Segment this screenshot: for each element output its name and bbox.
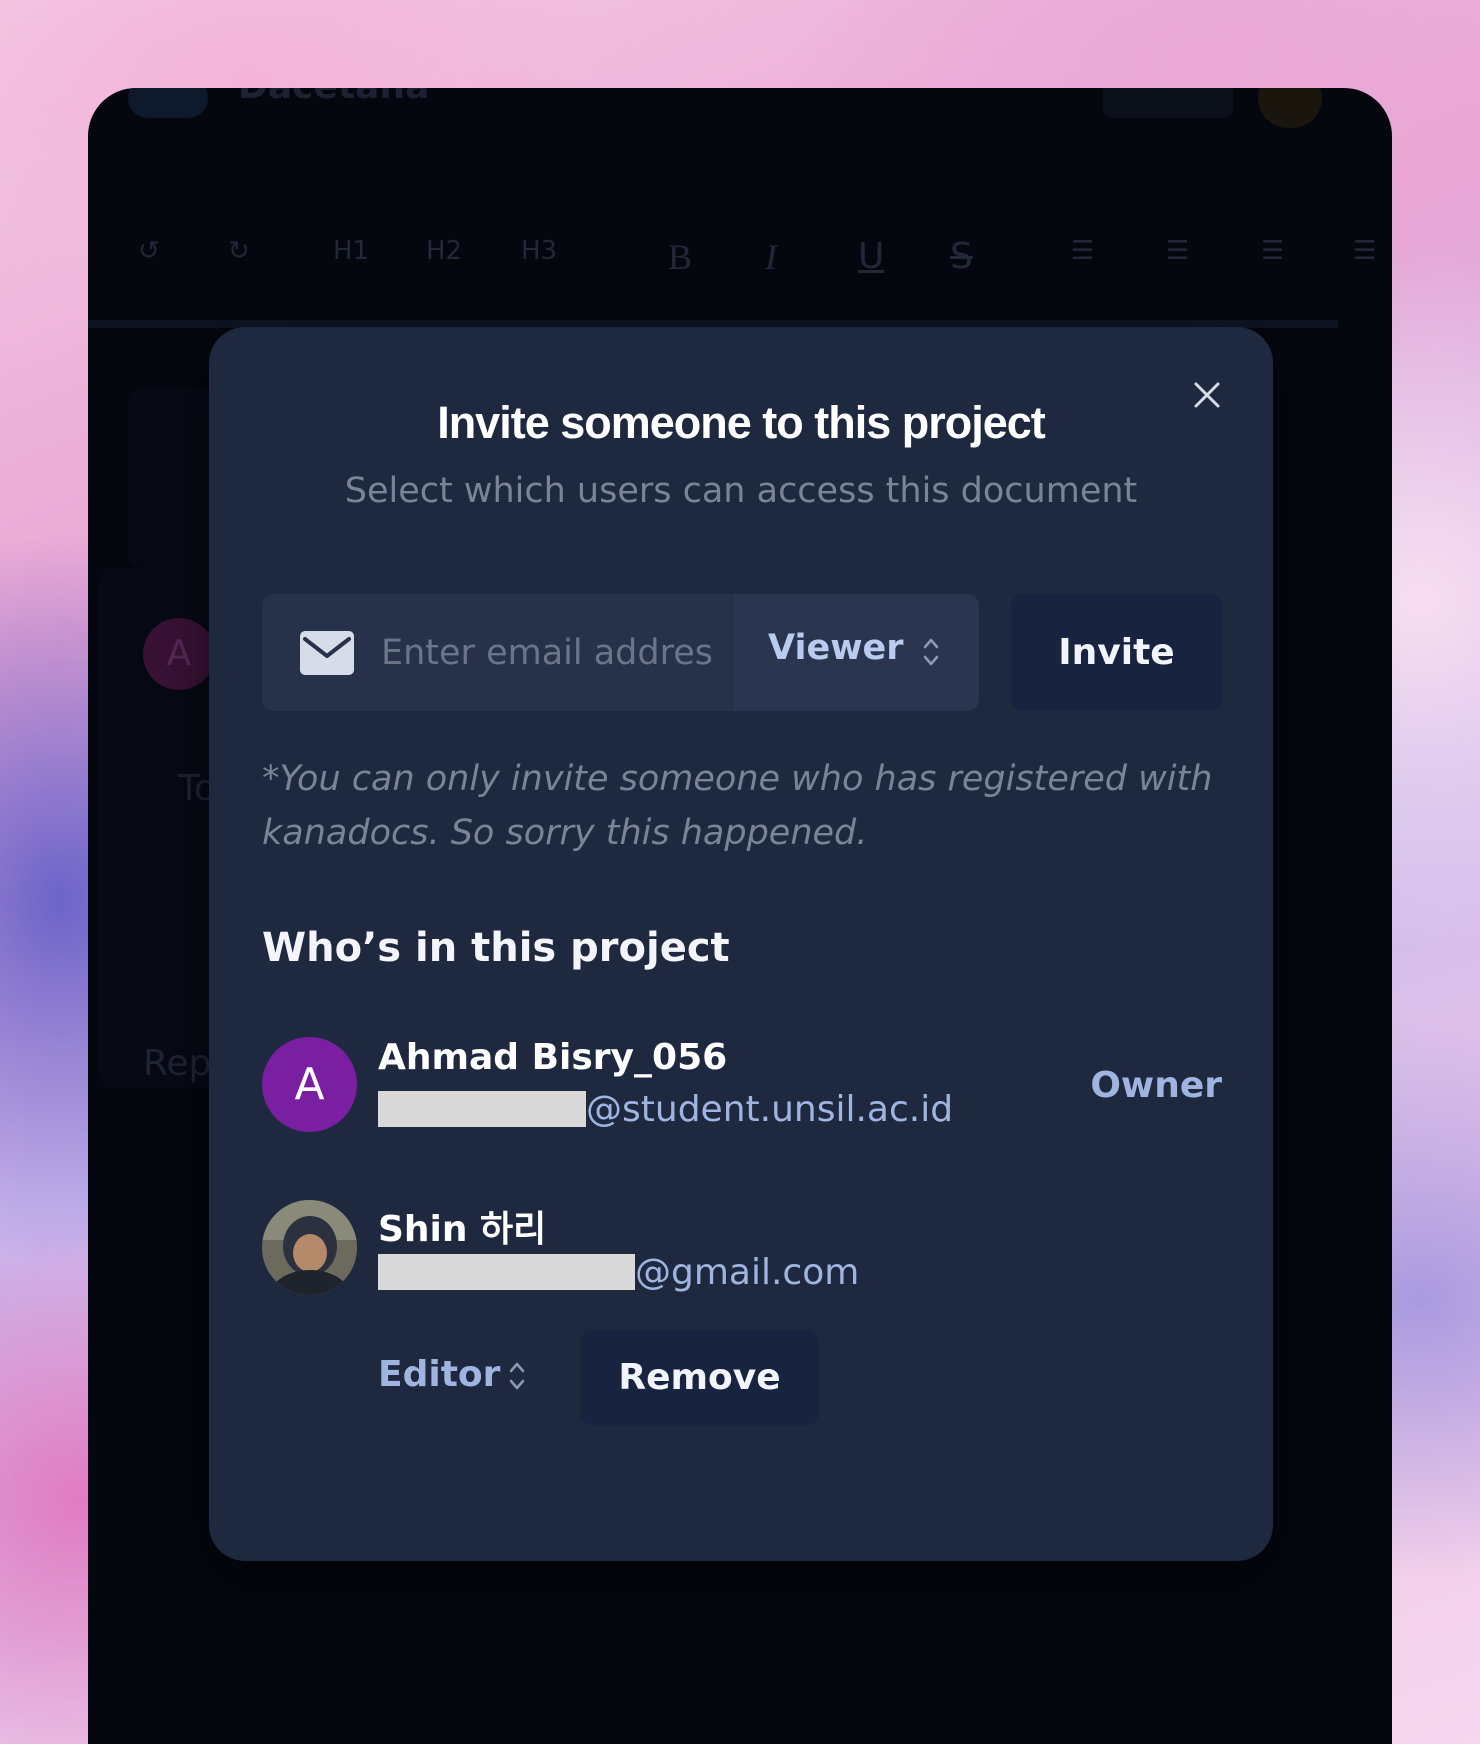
strikethrough-tool: S bbox=[950, 236, 973, 277]
editor-toolbar: ↺ ↻ H1 H2 H3 B I U S ☰ ☰ ☰ ☰ bbox=[88, 198, 1392, 298]
registration-note: *You can only invite someone who has reg… bbox=[262, 759, 1213, 853]
member-email-domain: @gmail.com bbox=[635, 1252, 860, 1293]
member-email: @gmail.com bbox=[378, 1252, 859, 1293]
h1-tool: H1 bbox=[333, 236, 370, 266]
remove-button[interactable]: Remove bbox=[580, 1330, 819, 1425]
app-title: Dacetana bbox=[238, 88, 429, 107]
redacted-email-prefix bbox=[378, 1254, 635, 1290]
redacted-email-prefix bbox=[378, 1091, 586, 1127]
background-text: Rep bbox=[143, 1043, 212, 1084]
member-email: @student.unsil.ac.id bbox=[378, 1089, 953, 1130]
invite-button[interactable]: Invite bbox=[1011, 594, 1222, 711]
member-row: A Ahmad Bisry_056 @student.unsil.ac.id O… bbox=[262, 1037, 1222, 1137]
mail-icon bbox=[300, 631, 354, 675]
avatar-photo bbox=[262, 1200, 357, 1295]
invite-form: Viewer Invite bbox=[262, 594, 1222, 711]
justify-icon: ☰ bbox=[1353, 236, 1377, 266]
app-logo bbox=[128, 88, 208, 118]
avatar bbox=[262, 1200, 357, 1295]
member-name: Shin 하리 bbox=[378, 1209, 547, 1250]
modal-title: Invite someone to this project bbox=[437, 397, 1046, 448]
member-role: Owner bbox=[1090, 1065, 1222, 1106]
role-select-value: Viewer bbox=[768, 628, 904, 668]
user-avatar bbox=[1258, 88, 1322, 128]
role-select[interactable]: Viewer bbox=[734, 594, 979, 711]
member-role-select-value: Editor bbox=[378, 1354, 501, 1395]
chevron-updown-icon bbox=[923, 638, 939, 666]
invite-modal: Invite someone to this project Select wh… bbox=[209, 327, 1273, 1561]
topbar-button bbox=[1103, 88, 1233, 118]
redo-icon: ↻ bbox=[228, 236, 250, 266]
email-field-container: Viewer bbox=[262, 594, 979, 711]
members-heading: Who’s in this project bbox=[262, 925, 730, 971]
background-avatar: A bbox=[143, 618, 215, 690]
avatar: A bbox=[262, 1037, 357, 1132]
member-role-select[interactable]: Editor bbox=[378, 1330, 538, 1420]
bold-tool: B bbox=[668, 237, 693, 277]
member-email-domain: @student.unsil.ac.id bbox=[586, 1089, 954, 1130]
align-left-icon: ☰ bbox=[1071, 236, 1095, 266]
member-row: Shin 하리 @gmail.com Editor Remove bbox=[262, 1200, 1222, 1430]
h2-tool: H2 bbox=[426, 236, 463, 266]
align-center-icon: ☰ bbox=[1166, 236, 1190, 266]
modal-subtitle: Select which users can access this docum… bbox=[344, 471, 1138, 511]
h3-tool: H3 bbox=[521, 236, 558, 266]
chevron-updown-icon bbox=[509, 1362, 525, 1390]
align-right-icon: ☰ bbox=[1261, 236, 1285, 266]
underline-tool: U bbox=[858, 236, 885, 277]
member-name: Ahmad Bisry_056 bbox=[378, 1037, 728, 1078]
undo-icon: ↺ bbox=[138, 236, 160, 266]
email-input[interactable] bbox=[379, 622, 713, 684]
italic-tool: I bbox=[765, 237, 777, 277]
